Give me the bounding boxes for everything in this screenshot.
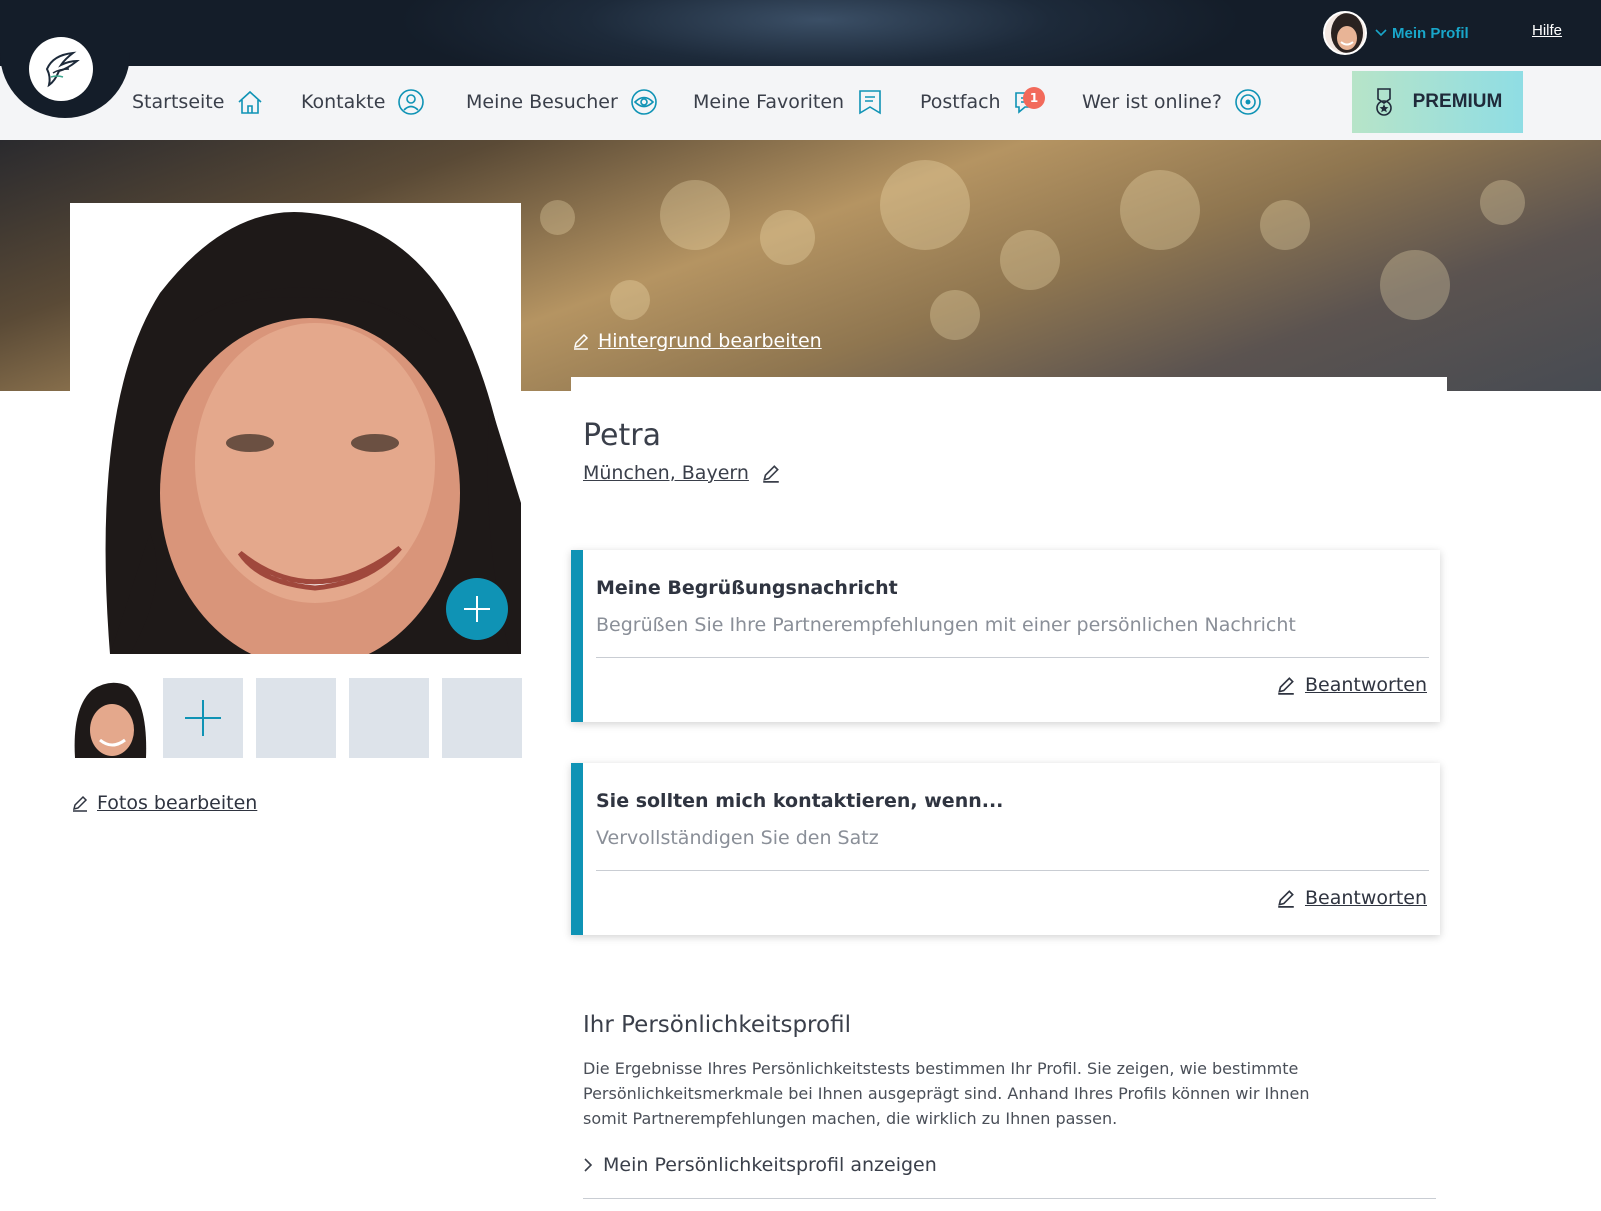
nav-item-favoriten[interactable]: Meine Favoriten [693,88,884,116]
eye-icon [630,89,657,115]
pencil-icon [1278,677,1294,695]
medal-icon [1375,88,1392,116]
pencil-icon [1278,890,1294,908]
chevron-down-icon [1375,29,1387,37]
card-hint: Begrüßen Sie Ihre Partnerempfehlungen mi… [596,614,1296,636]
card-question: Sie sollten mich kontaktieren, wenn... [596,790,1004,812]
profile-location: München, Bayern [583,462,781,484]
profile-photo[interactable] [70,203,521,654]
person-icon [398,89,425,115]
nav-label-startseite: Startseite [132,91,225,113]
nav-item-besucher[interactable]: Meine Besucher [466,88,658,116]
avatar[interactable] [1323,11,1367,55]
empty-photo-slot [442,678,522,758]
location-link[interactable]: München, Bayern [583,462,749,484]
answer-label: Beantworten [1304,887,1427,909]
pencil-icon [573,333,589,350]
personality-title: Ihr Persönlichkeitsprofil [583,1012,851,1038]
radar-icon [1235,89,1261,115]
nav-label-postfach: Postfach [920,91,1001,113]
add-photo-slot[interactable] [163,678,243,758]
plus-icon [464,596,490,622]
chevron-right-icon [584,1158,593,1172]
nav-label-online: Wer ist online? [1082,91,1222,113]
photo-thumbnail[interactable] [70,678,150,758]
show-personality-profile-link[interactable]: Mein Persönlichkeitsprofil anzeigen [583,1154,937,1176]
card-hint: Vervollständigen Sie den Satz [596,827,879,849]
personality-text: Die Ergebnisse Ihres Persönlichkeitstest… [583,1059,1310,1128]
show-personality-label: Mein Persönlichkeitsprofil anzeigen [603,1154,937,1176]
edit-photos-label: Fotos bearbeiten [97,792,258,814]
photo-thumbnails [70,678,522,758]
help-link[interactable]: Hilfe [1532,22,1562,39]
answer-button[interactable]: Beantworten [1276,674,1427,696]
my-profile-label: Mein Profil [1392,24,1469,42]
brand-logo[interactable] [29,37,93,101]
home-icon [238,90,262,114]
mailbox-badge: 1 [1023,87,1045,109]
profile-name: Petra [583,418,661,453]
edit-background-link[interactable]: Hintergrund bearbeiten [572,330,822,352]
premium-button[interactable]: PREMIUM [1352,71,1523,133]
empty-photo-slot [256,678,336,758]
empty-photo-slot [349,678,429,758]
nav-label-kontakte: Kontakte [301,91,386,113]
premium-label: PREMIUM [1412,91,1503,112]
nav-item-kontakte[interactable]: Kontakte [301,88,425,116]
nav-label-favoriten: Meine Favoriten [693,91,845,113]
nav-item-startseite[interactable]: Startseite [132,88,264,116]
nav-label-besucher: Meine Besucher [466,91,618,113]
card-divider [596,870,1429,871]
pencil-icon[interactable] [761,463,781,483]
card-question: Meine Begrüßungsnachricht [596,577,898,599]
edit-photos-link[interactable]: Fotos bearbeiten [71,792,257,814]
profile-photo-image [70,203,521,654]
profile-menu[interactable]: Mein Profil [1323,11,1469,55]
edit-background-label: Hintergrund bearbeiten [598,330,822,352]
greeting-card: Meine Begrüßungsnachricht Begrüßen Sie I… [571,550,1440,722]
section-divider [583,1198,1436,1199]
answer-button[interactable]: Beantworten [1276,887,1427,909]
answer-label: Beantworten [1304,674,1427,696]
contact-me-card: Sie sollten mich kontaktieren, wenn... V… [571,763,1440,935]
nav-item-online[interactable]: Wer ist online? [1082,88,1262,116]
card-divider [596,657,1429,658]
add-photo-button[interactable] [446,578,508,640]
top-bar: Mein Profil Hilfe [0,0,1601,66]
bookmark-icon [859,90,881,115]
pencil-icon [72,795,88,812]
plus-icon [185,700,221,736]
bird-logo-icon [45,51,80,88]
my-profile-link[interactable]: Mein Profil [1375,25,1469,42]
